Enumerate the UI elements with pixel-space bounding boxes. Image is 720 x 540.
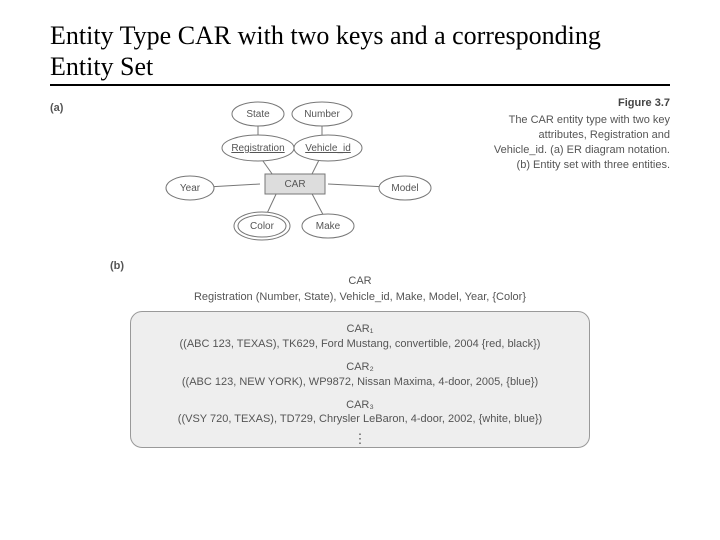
entity-name: CAR₂: [143, 360, 577, 375]
attr-vehicleid: Vehicle_id: [305, 143, 351, 154]
attr-state: State: [246, 109, 270, 120]
figure-caption: Figure 3.7 The CAR entity type with two …: [490, 96, 670, 172]
entity-tuple: ((ABC 123, NEW YORK), WP9872, Nissan Max…: [182, 376, 538, 388]
entity-name: CAR₁: [143, 322, 577, 337]
entity-name: CAR₃: [143, 398, 577, 413]
slide: Entity Type CAR with two keys and a corr…: [0, 0, 720, 468]
attr-model: Model: [391, 183, 418, 194]
label-b: (b): [110, 260, 670, 272]
figure-number: Figure 3.7: [490, 96, 670, 111]
figure-caption-text: The CAR entity type with two key attribu…: [494, 114, 670, 171]
attr-registration: Registration: [231, 143, 284, 154]
ellipsis-dots: ⋮: [143, 435, 577, 443]
er-diagram: State Number Registration Vehicle_id Yea…: [150, 96, 450, 256]
attr-make: Make: [316, 221, 341, 232]
entity-tuple: ((ABC 123, TEXAS), TK629, Ford Mustang, …: [180, 338, 541, 350]
slide-title: Entity Type CAR with two keys and a corr…: [50, 20, 670, 86]
schema-line: Registration (Number, State), Vehicle_id…: [130, 290, 590, 305]
entity-instance: CAR₂ ((ABC 123, NEW YORK), WP9872, Nissa…: [143, 360, 577, 390]
label-a: (a): [50, 96, 110, 114]
schema-name: CAR: [130, 274, 590, 289]
er-diagram-wrap: State Number Registration Vehicle_id Yea…: [110, 96, 490, 256]
entity-instance: CAR₁ ((ABC 123, TEXAS), TK629, Ford Must…: [143, 322, 577, 352]
schema-block: CAR Registration (Number, State), Vehicl…: [130, 274, 590, 305]
section-a-row: (a) State Number: [50, 96, 670, 256]
entity-instance: CAR₃ ((VSY 720, TEXAS), TD729, Chrysler …: [143, 398, 577, 428]
entity-tuple: ((VSY 720, TEXAS), TD729, Chrysler LeBar…: [178, 413, 542, 425]
attr-color: Color: [250, 221, 275, 232]
attr-number: Number: [304, 109, 340, 120]
attr-year: Year: [180, 183, 201, 194]
entity-set-box: CAR₁ ((ABC 123, TEXAS), TK629, Ford Must…: [130, 311, 590, 448]
entity-car: CAR: [284, 179, 305, 190]
